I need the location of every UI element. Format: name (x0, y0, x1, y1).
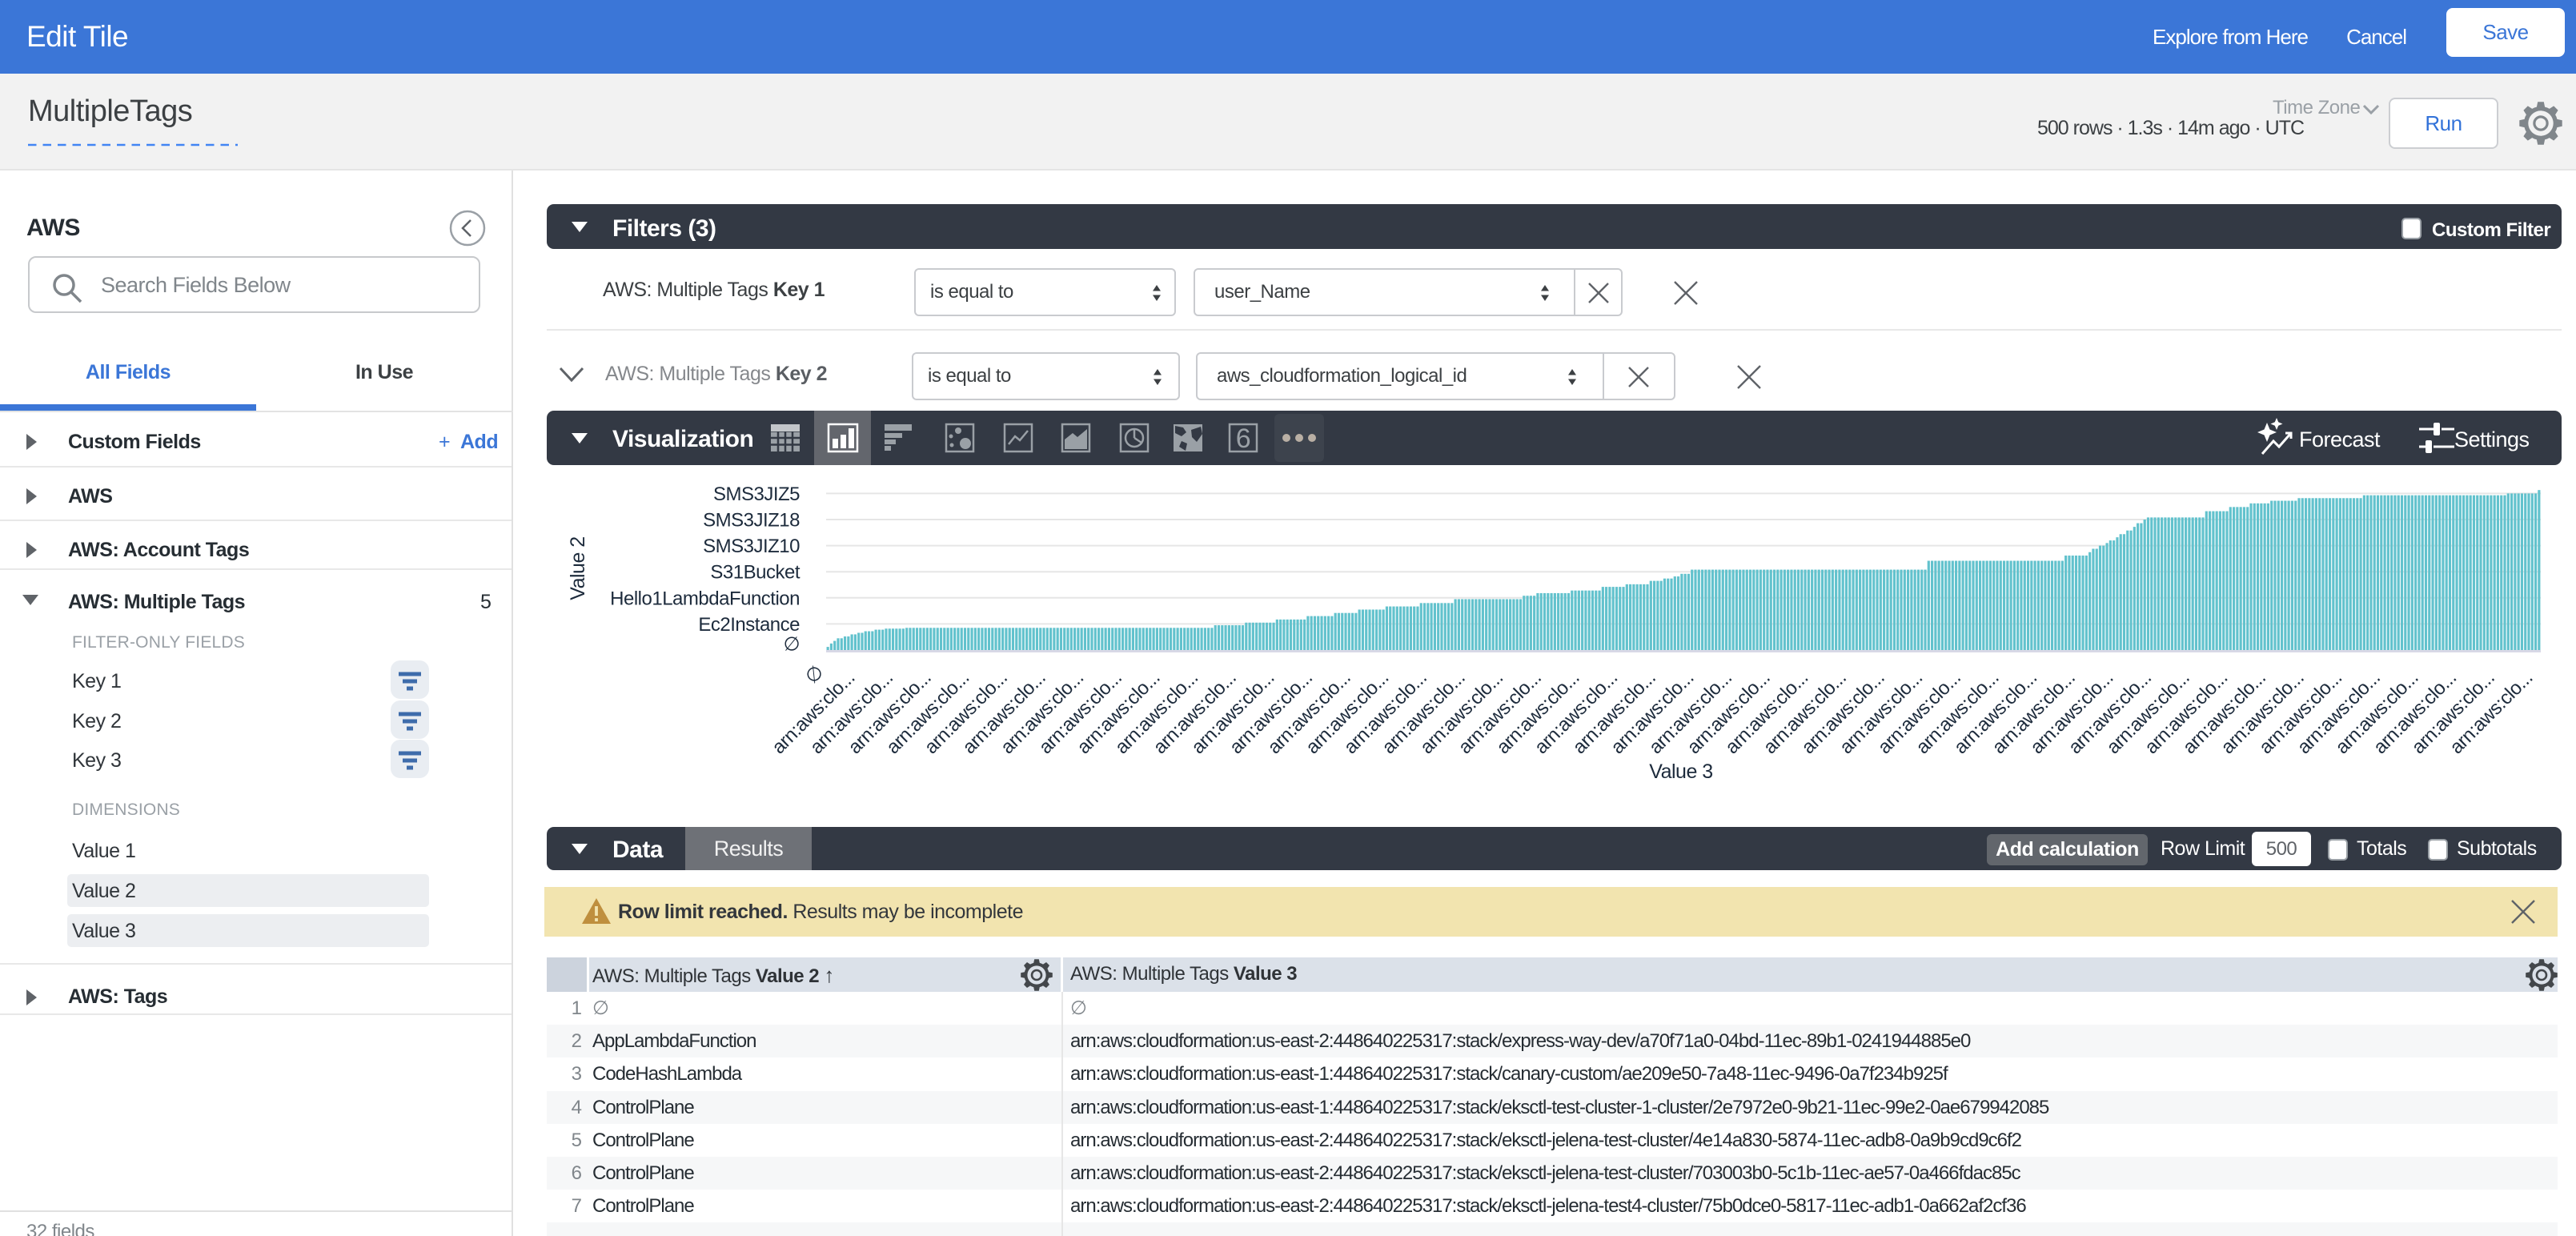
svg-text:SMS3JIZ5: SMS3JIZ5 (713, 484, 800, 505)
svg-text:S31Bucket: S31Bucket (710, 562, 800, 584)
svg-text:∅: ∅ (784, 634, 800, 656)
svg-text:Value 2: Value 2 (567, 536, 589, 600)
svg-text:Ec2Instance: Ec2Instance (698, 614, 800, 636)
svg-text:SMS3JIZ18: SMS3JIZ18 (703, 510, 800, 532)
svg-text:Value 3: Value 3 (1649, 760, 1712, 783)
svg-text:∅: ∅ (801, 661, 829, 688)
svg-text:Hello1LambdaFunction: Hello1LambdaFunction (610, 588, 800, 609)
svg-text:SMS3JIZ10: SMS3JIZ10 (703, 536, 800, 557)
svg-text:6: 6 (1236, 423, 1250, 454)
